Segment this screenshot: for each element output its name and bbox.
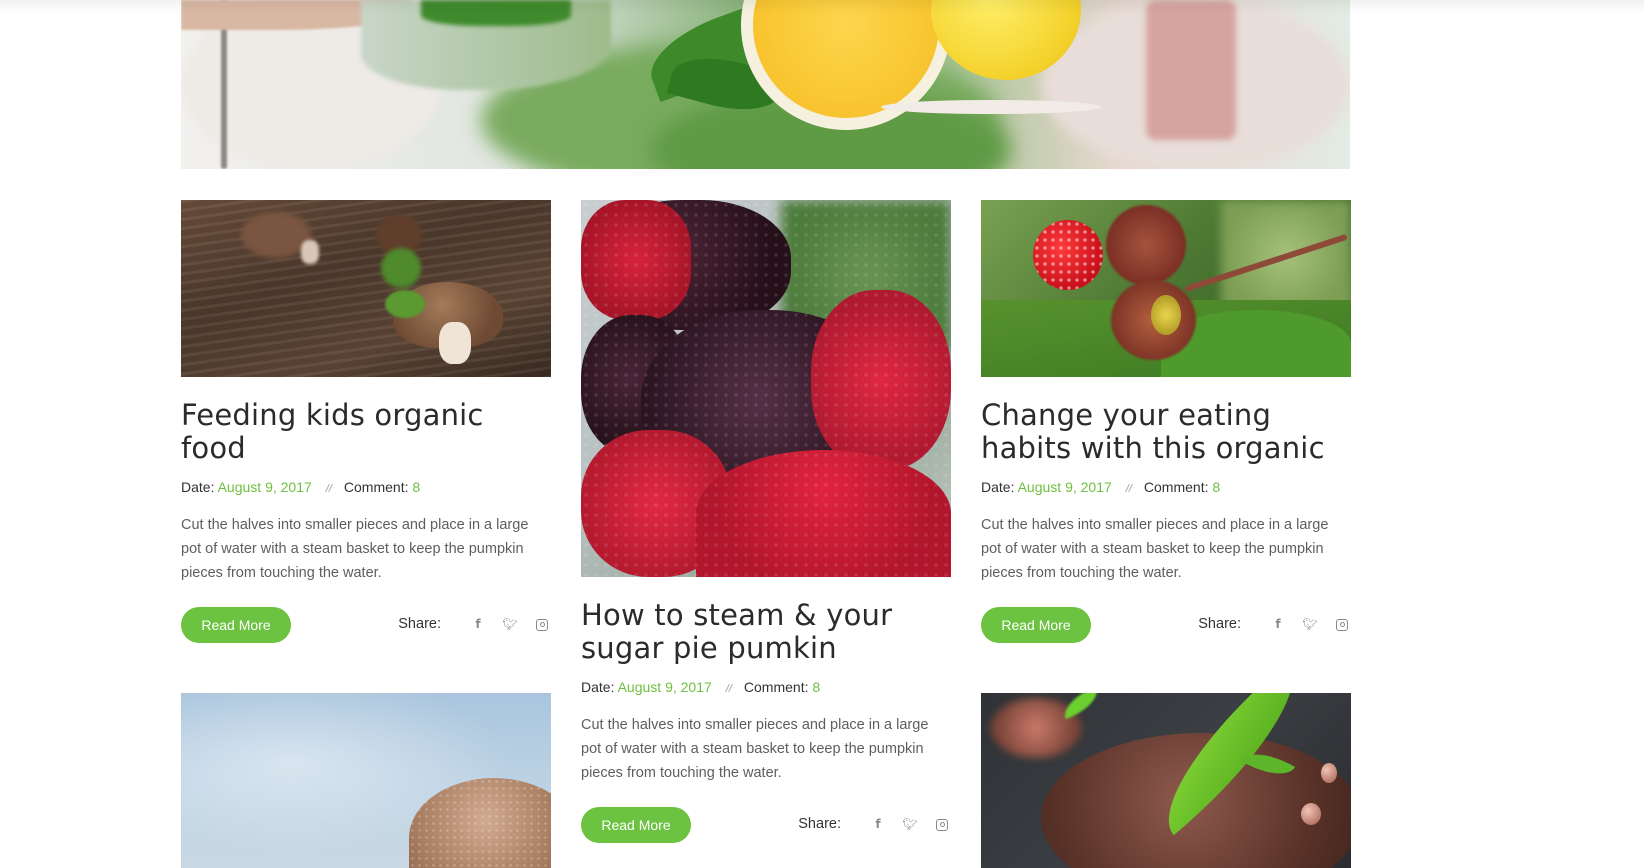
comment-count[interactable]: 8 bbox=[812, 679, 820, 695]
read-more-button[interactable]: Read More bbox=[581, 807, 691, 843]
post-excerpt: Cut the halves into smaller pieces and p… bbox=[181, 517, 529, 581]
post-title[interactable]: Change your eating habits with this orga… bbox=[981, 399, 1351, 465]
post-excerpt: Cut the halves into smaller pieces and p… bbox=[581, 717, 929, 781]
share-bar: Share: f 🐦︎ bbox=[398, 616, 551, 632]
facebook-icon[interactable]: f bbox=[869, 817, 887, 831]
comment-count[interactable]: 8 bbox=[412, 479, 420, 495]
post-card: Feeding kids organic food Date: August 9… bbox=[181, 200, 551, 643]
twitter-icon[interactable]: 🐦︎ bbox=[501, 617, 519, 631]
share-bar: Share: f 🐦︎ bbox=[798, 816, 951, 832]
facebook-icon[interactable]: f bbox=[469, 617, 487, 631]
comment-label: Comment: bbox=[743, 679, 809, 695]
post-footer: Read More Share: f 🐦︎ bbox=[981, 607, 1351, 643]
post-date[interactable]: August 9, 2017 bbox=[1018, 479, 1112, 495]
post-title[interactable]: Feeding kids organic food bbox=[181, 399, 551, 465]
share-label: Share: bbox=[398, 616, 441, 632]
post-image-leaf-stones[interactable] bbox=[981, 693, 1351, 868]
post-image-raspberries[interactable] bbox=[981, 200, 1351, 377]
date-label: Date: bbox=[581, 679, 615, 695]
post-card: How to steam & your sugar pie pumkin Dat… bbox=[581, 200, 951, 843]
post-excerpt: Cut the halves into smaller pieces and p… bbox=[981, 517, 1329, 581]
hero-image bbox=[181, 0, 1350, 169]
read-more-button[interactable]: Read More bbox=[981, 607, 1091, 643]
post-card bbox=[181, 693, 551, 868]
post-title[interactable]: How to steam & your sugar pie pumkin bbox=[581, 599, 951, 665]
meta-separator: // bbox=[725, 683, 732, 695]
meta-separator: // bbox=[325, 483, 332, 495]
comment-count[interactable]: 8 bbox=[1212, 479, 1220, 495]
post-card bbox=[981, 693, 1351, 868]
post-footer: Read More Share: f 🐦︎ bbox=[181, 607, 551, 643]
instagram-icon[interactable] bbox=[533, 617, 551, 631]
date-label: Date: bbox=[181, 479, 215, 495]
date-label: Date: bbox=[981, 479, 1015, 495]
header-shadow bbox=[0, 0, 1644, 14]
post-meta: Date: August 9, 2017 // Comment: 8 bbox=[181, 479, 551, 495]
post-meta: Date: August 9, 2017 // Comment: 8 bbox=[581, 679, 951, 695]
post-card: Change your eating habits with this orga… bbox=[981, 200, 1351, 643]
blog-page: Feeding kids organic food Date: August 9… bbox=[0, 0, 1644, 868]
share-label: Share: bbox=[798, 816, 841, 832]
post-footer: Read More Share: f 🐦︎ bbox=[581, 807, 951, 843]
twitter-icon[interactable]: 🐦︎ bbox=[901, 817, 919, 831]
read-more-button[interactable]: Read More bbox=[181, 607, 291, 643]
instagram-icon[interactable] bbox=[933, 817, 951, 831]
share-bar: Share: f 🐦︎ bbox=[1198, 616, 1351, 632]
facebook-icon[interactable]: f bbox=[1269, 617, 1287, 631]
comment-label: Comment: bbox=[1143, 479, 1209, 495]
share-label: Share: bbox=[1198, 616, 1241, 632]
post-date[interactable]: August 9, 2017 bbox=[618, 679, 712, 695]
instagram-icon[interactable] bbox=[1333, 617, 1351, 631]
meta-separator: // bbox=[1125, 483, 1132, 495]
twitter-icon[interactable]: 🐦︎ bbox=[1301, 617, 1319, 631]
post-image-mushroom[interactable] bbox=[181, 200, 551, 377]
comment-label: Comment: bbox=[343, 479, 409, 495]
post-meta: Date: August 9, 2017 // Comment: 8 bbox=[981, 479, 1351, 495]
post-image-mushroom-sky[interactable] bbox=[181, 693, 551, 868]
post-date[interactable]: August 9, 2017 bbox=[218, 479, 312, 495]
post-image-mulberries[interactable] bbox=[581, 200, 951, 577]
